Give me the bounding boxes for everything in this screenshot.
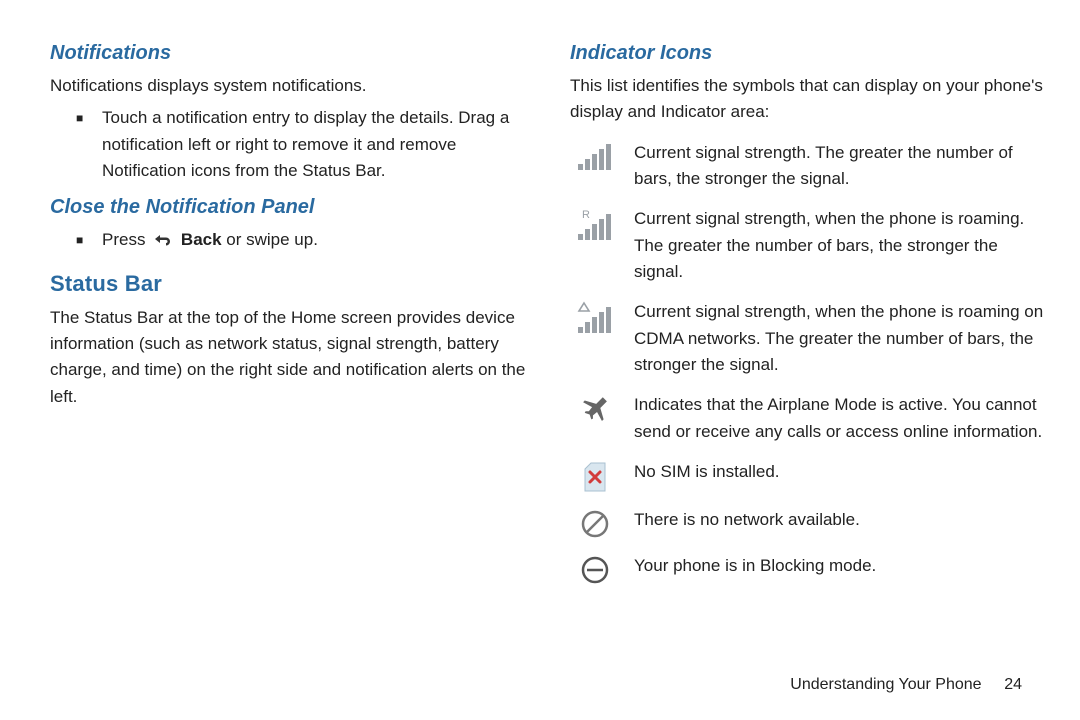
page-footer: Understanding Your Phone 24 — [790, 676, 1022, 694]
bullet-square-icon: ■ — [76, 105, 88, 184]
close-panel-text: Press Back or swipe up. — [102, 227, 318, 256]
close-panel-bullet: ■ Press Back or swipe up. — [50, 227, 530, 256]
right-column: Indicator Icons This list identifies the… — [570, 36, 1050, 599]
no-network-desc: There is no network available. — [634, 507, 860, 539]
bullet-square-icon: ■ — [76, 227, 88, 256]
footer-section: Understanding Your Phone — [790, 676, 981, 693]
no-sim-icon — [570, 459, 620, 493]
roaming-cdma-desc: Current signal strength, when the phone … — [634, 299, 1050, 378]
indicator-intro: This list identifies the symbols that ca… — [570, 73, 1050, 126]
signal-roaming-cdma-icon — [570, 299, 620, 378]
back-icon — [152, 230, 174, 256]
airplane-desc: Indicates that the Airplane Mode is acti… — [634, 392, 1050, 445]
roaming-desc: Current signal strength, when the phone … — [634, 206, 1050, 285]
icon-row-no-network: There is no network available. — [570, 507, 1050, 539]
icon-row-signal: Current signal strength. The greater the… — [570, 140, 1050, 193]
icon-row-airplane: Indicates that the Airplane Mode is acti… — [570, 392, 1050, 445]
notifications-bullet-text: Touch a notification entry to display th… — [102, 105, 530, 184]
icon-row-blocking: Your phone is in Blocking mode. — [570, 553, 1050, 585]
notifications-intro: Notifications displays system notificati… — [50, 73, 530, 99]
signal-desc: Current signal strength. The greater the… — [634, 140, 1050, 193]
no-sim-desc: No SIM is installed. — [634, 459, 780, 493]
icon-row-no-sim: No SIM is installed. — [570, 459, 1050, 493]
page-number: 24 — [986, 676, 1022, 694]
heading-notifications: Notifications — [50, 42, 530, 65]
status-bar-body: The Status Bar at the top of the Home sc… — [50, 305, 530, 410]
heading-close-panel: Close the Notification Panel — [50, 196, 530, 219]
no-network-icon — [570, 507, 620, 539]
blocking-mode-icon — [570, 553, 620, 585]
icon-row-roaming: R Current signal strength, when the phon… — [570, 206, 1050, 285]
signal-icon — [570, 140, 620, 193]
airplane-icon — [570, 392, 620, 445]
heading-indicator-icons: Indicator Icons — [570, 42, 1050, 65]
signal-roaming-icon: R — [570, 206, 620, 285]
notifications-bullet: ■ Touch a notification entry to display … — [50, 105, 530, 184]
heading-status-bar: Status Bar — [50, 271, 530, 297]
left-column: Notifications Notifications displays sys… — [50, 36, 530, 599]
svg-text:R: R — [582, 209, 590, 221]
icon-row-roaming-cdma: Current signal strength, when the phone … — [570, 299, 1050, 378]
blocking-desc: Your phone is in Blocking mode. — [634, 553, 876, 585]
